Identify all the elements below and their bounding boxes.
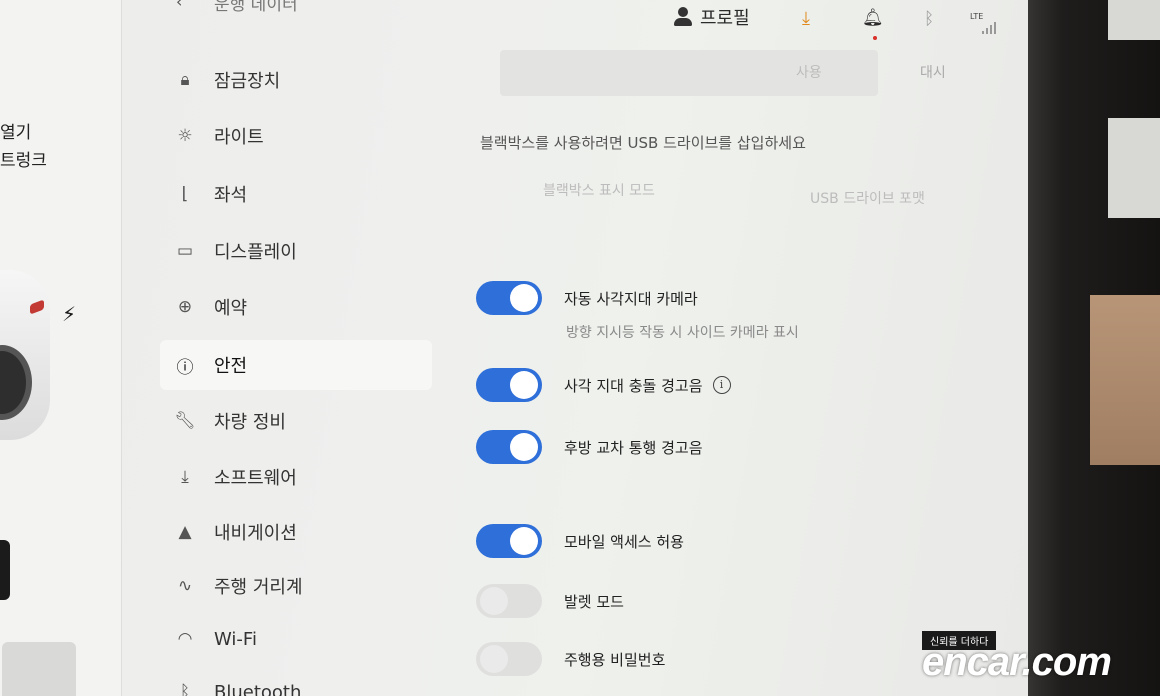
ghost-button-label: 대시 (920, 65, 946, 81)
person-icon (674, 7, 692, 27)
sidebar-item-label: 라이트 (214, 127, 264, 148)
sidebar-item-service[interactable]: 🔧︎ 차량 정비 (160, 396, 432, 446)
toggle-blindspot-chime[interactable]: 사각 지대 충돌 경고음 i (476, 368, 731, 402)
sidebar-item-schedule[interactable]: ⊕ 예약 (160, 282, 432, 332)
settings-sidebar: 🔒︎ 잠금장치 ☼ 라이트 ⌊ 좌석 ▭ 디스플레이 ⊕ 예약 ⓘ 안전 🔧︎ … (124, 0, 434, 696)
wrench-icon: 🔧︎ (174, 411, 196, 431)
open-label[interactable]: 열기 (0, 118, 31, 143)
toggle-label: 모바일 액세스 허용 (564, 532, 684, 551)
wood-trim (1090, 295, 1160, 465)
display-icon: ▭ (176, 241, 194, 261)
seat-icon: ⌊ (181, 184, 189, 204)
touchscreen: 열기 트렁크 ⚡ ‹ 운행 데이터 프로필 ⤓ 🔔︎ ᛒ LTE 🔒︎ 잠금장치… (0, 0, 1028, 696)
toggle-switch[interactable] (476, 368, 542, 402)
sidebar-item-bluetooth[interactable]: ᛒ Bluetooth (160, 667, 432, 696)
bell-icon[interactable]: 🔔︎ (862, 8, 884, 28)
profile-label: 프로필 (700, 8, 750, 29)
sidebar-item-label: 소프트웨어 (214, 468, 297, 489)
sidebar-item-label: 디스플레이 (214, 242, 297, 263)
download-icon[interactable]: ⤓ (802, 8, 810, 29)
usb-format-button[interactable]: USB 드라이브 포맷 (810, 188, 925, 208)
sidebar-item-label: 주행 거리계 (214, 577, 303, 598)
toggle-label-text: 사각 지대 충돌 경고음 (564, 376, 703, 395)
navigation-icon: ▲ (178, 522, 192, 542)
sidebar-item-lights[interactable]: ☼ 라이트 (160, 111, 432, 161)
trunk-label[interactable]: 트렁크 (0, 146, 47, 171)
car-interior (1020, 0, 1160, 696)
schedule-icon: ⊕ (177, 297, 193, 317)
toggle-switch[interactable] (476, 430, 542, 464)
sidebar-item-label: 잠금장치 (214, 71, 281, 92)
download-icon: ⤓ (181, 467, 189, 487)
bluetooth-icon: ᛒ (179, 682, 191, 696)
sidebar-item-label: 내비게이션 (214, 523, 297, 544)
notification-dot (873, 36, 877, 40)
sidebar-item-label: Wi-Fi (214, 628, 257, 650)
lock-icon: 🔒︎ (180, 70, 190, 90)
toggle-label: 후방 교차 통행 경고음 (564, 438, 703, 457)
sidebar-item-seats[interactable]: ⌊ 좌석 (160, 169, 432, 219)
toggle-label: 자동 사각지대 카메라 (564, 289, 698, 308)
ghost-button-label: 사용 (796, 65, 822, 81)
toggle-label: 발렛 모드 (564, 592, 624, 611)
wifi-icon: ◠ (177, 629, 193, 649)
trip-icon: ∿ (177, 576, 193, 596)
info-icon[interactable]: i (712, 376, 731, 394)
sidebar-item-label: 안전 (214, 356, 248, 377)
toggle-label: 사각 지대 충돌 경고음 i (564, 375, 731, 396)
toggle-rear-cross-traffic[interactable]: 후방 교차 통행 경고음 (476, 430, 703, 464)
sidebar-item-trips[interactable]: ∿ 주행 거리계 (160, 561, 432, 611)
sidebar-item-lock[interactable]: 🔒︎ 잠금장치 (160, 55, 432, 105)
network-label: LTE (970, 12, 984, 21)
toggle-sublabel: 방향 지시등 작동 시 사이드 카메라 표시 (566, 325, 799, 341)
sidebar-item-software[interactable]: ⤓ 소프트웨어 (160, 452, 432, 502)
toggle-switch[interactable] (476, 642, 542, 676)
sidebar-item-label: Bluetooth (214, 681, 302, 696)
alert-circle-icon: ⓘ (176, 357, 194, 378)
media-card[interactable] (0, 540, 10, 600)
charge-bolt-icon[interactable]: ⚡ (62, 302, 76, 326)
light-icon: ☼ (177, 126, 193, 146)
dash-trim (1108, 118, 1160, 218)
sidebar-item-navigation[interactable]: ▲ 내비게이션 (160, 507, 432, 557)
sidebar-item-safety[interactable]: ⓘ 안전 (160, 340, 432, 390)
toggle-mobile-access[interactable]: 모바일 액세스 허용 (476, 524, 684, 558)
toggle-auto-blindspot-camera[interactable]: 자동 사각지대 카메라 (476, 281, 698, 315)
toggle-switch[interactable] (476, 524, 542, 558)
dashcam-view-button[interactable]: 블랙박스 표시 모드 (543, 180, 655, 200)
watermark-logo: encar.com (922, 640, 1112, 684)
toggle-pin-to-drive[interactable]: 주행용 비밀번호 (476, 642, 665, 676)
profile-button[interactable]: 프로필 (674, 4, 750, 30)
sidebar-item-label: 차량 정비 (214, 412, 286, 433)
sidebar-item-label: 좌석 (214, 185, 248, 206)
toggle-valet-mode[interactable]: 발렛 모드 (476, 584, 624, 618)
sidebar-item-display[interactable]: ▭ 디스플레이 (160, 226, 432, 276)
usb-required-message: 블랙박스를 사용하려면 USB 드라이브를 삽입하세요 (480, 134, 806, 152)
sidebar-item-wifi[interactable]: ◠ Wi-Fi (160, 614, 432, 664)
toggle-switch[interactable] (476, 584, 542, 618)
toggle-label: 주행용 비밀번호 (564, 650, 666, 669)
signal-icon (982, 22, 996, 34)
toggle-switch[interactable] (476, 281, 542, 315)
app-card[interactable] (2, 642, 76, 696)
car-panel: 열기 트렁크 ⚡ (0, 0, 122, 696)
bluetooth-icon[interactable]: ᛒ (924, 9, 934, 29)
sidebar-item-label: 예약 (214, 298, 248, 319)
dash-trim (1108, 0, 1160, 40)
